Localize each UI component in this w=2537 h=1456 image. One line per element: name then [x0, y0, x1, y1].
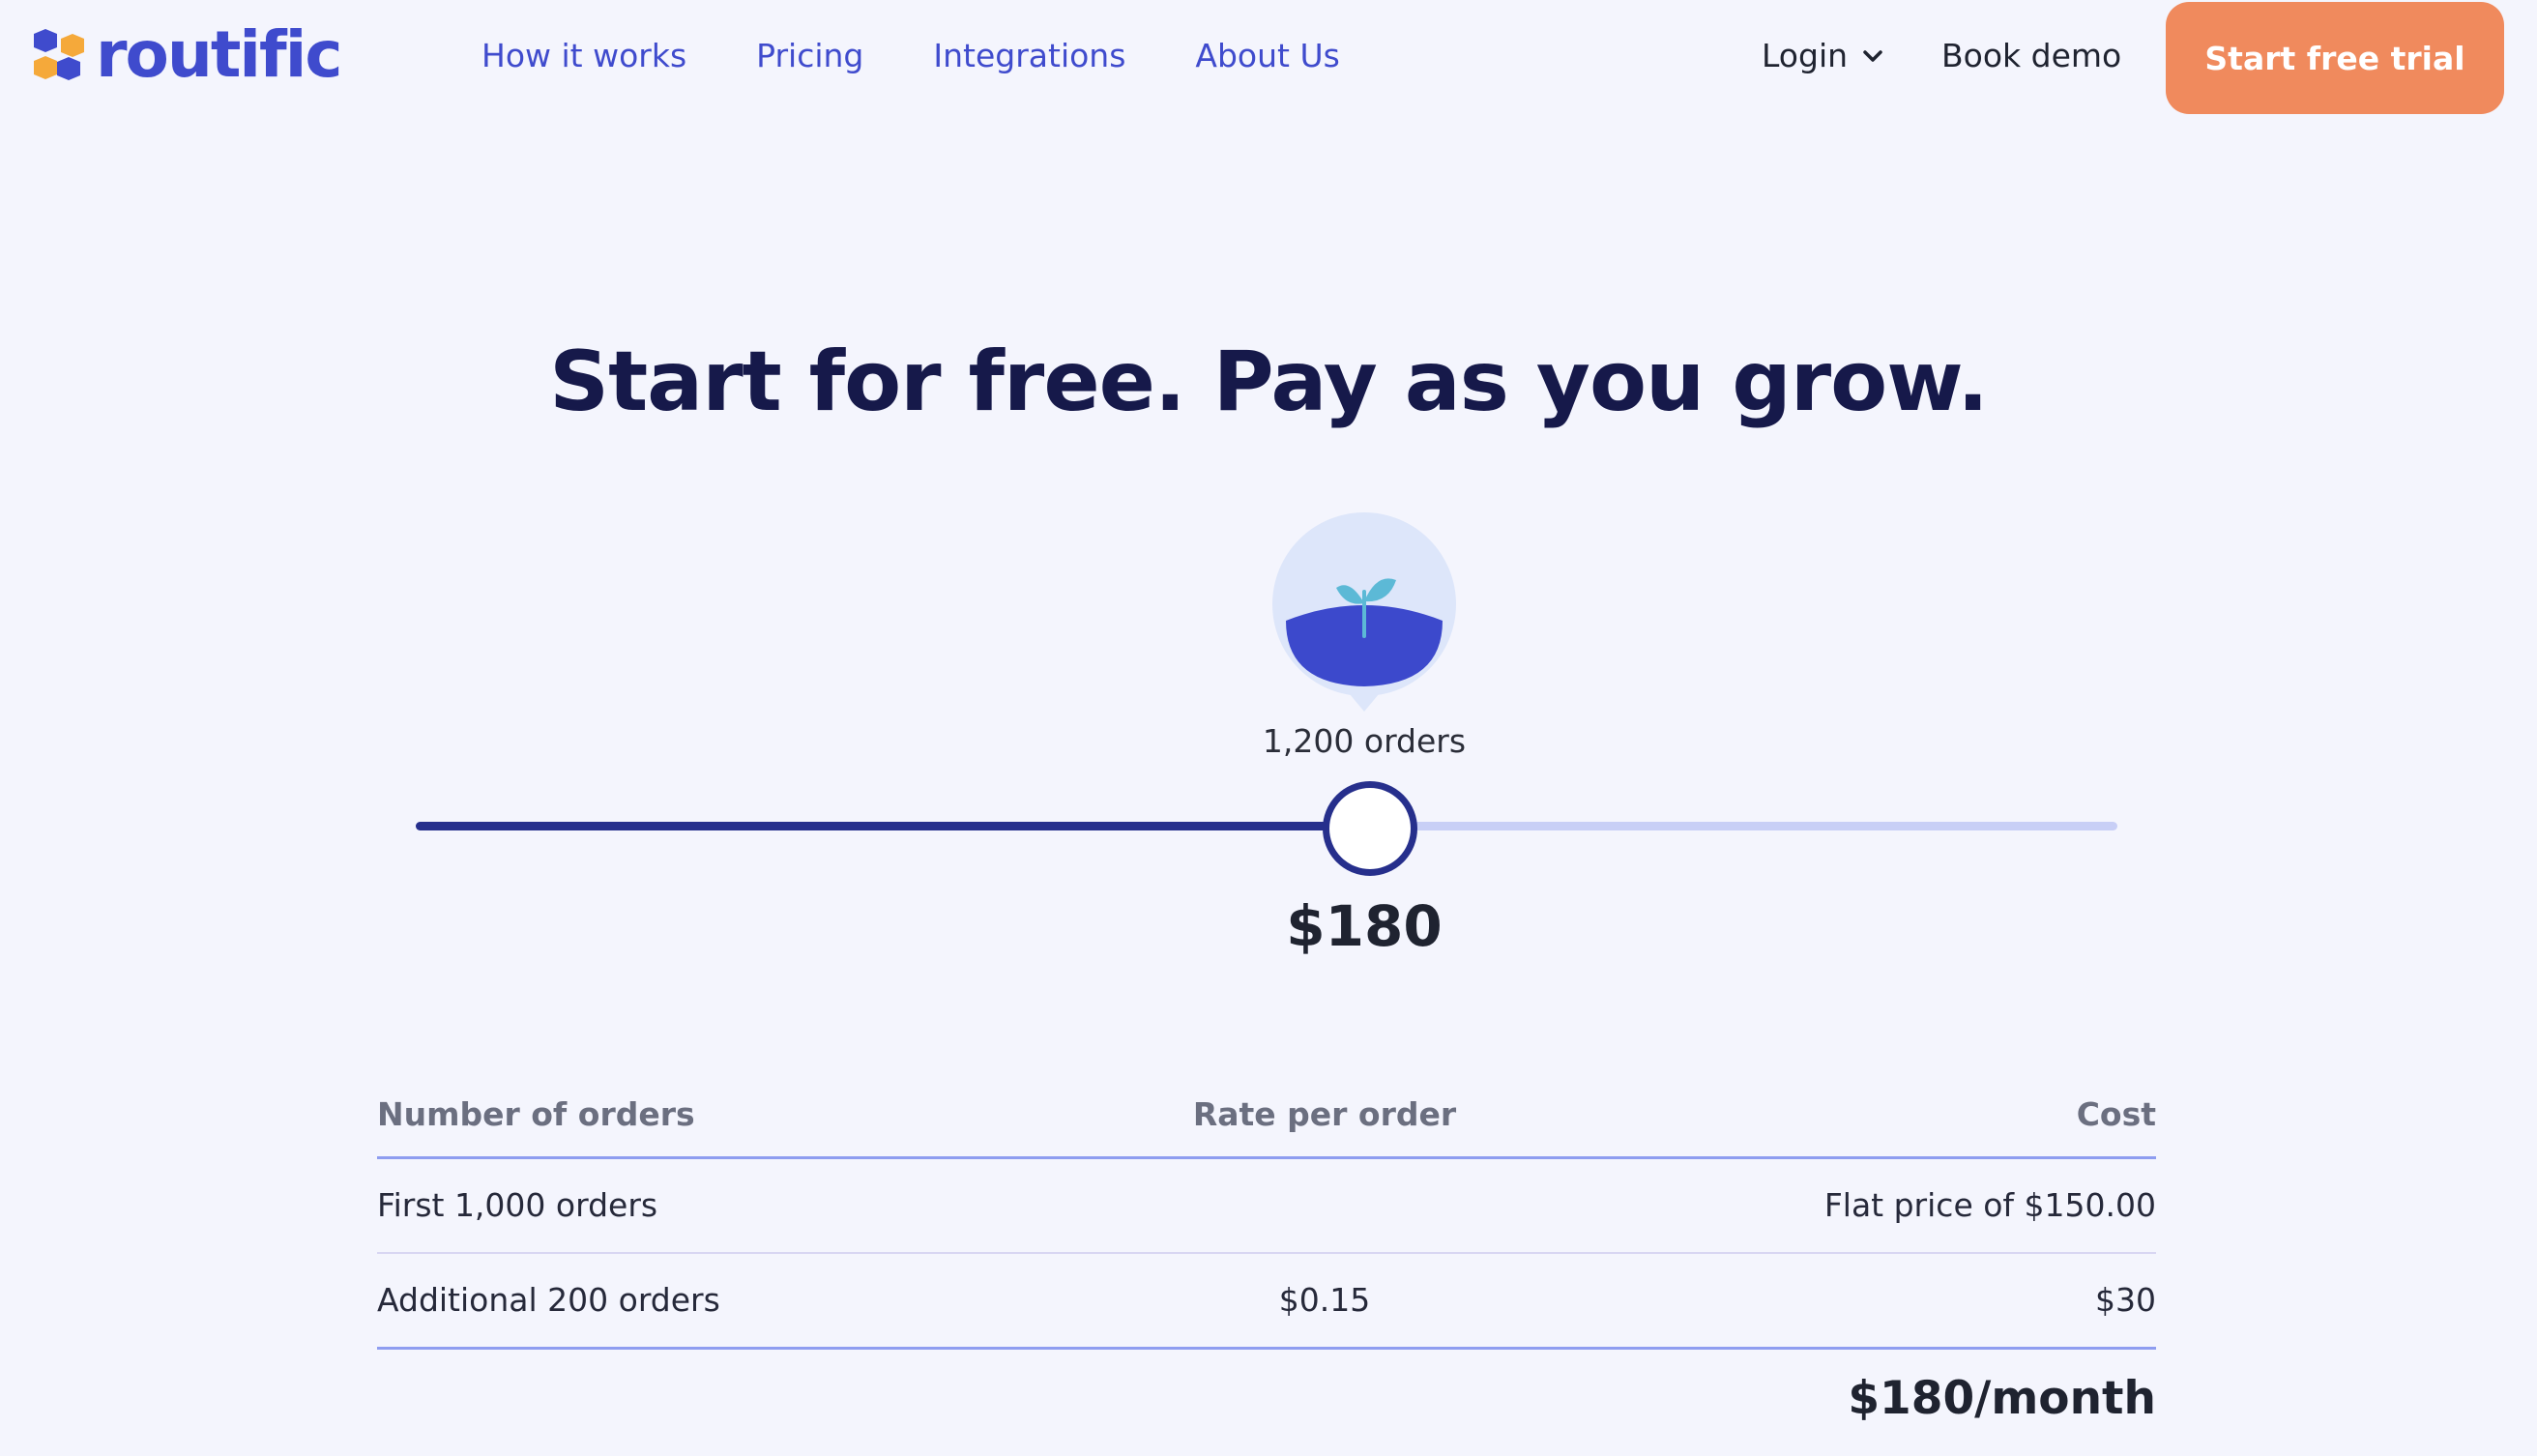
- table-cell: Flat price of $150.00: [1823, 1186, 2156, 1224]
- table-row: First 1,000 orders Flat price of $150.00: [377, 1159, 2156, 1254]
- table-row: Additional 200 orders $0.15 $30: [377, 1254, 2156, 1350]
- slider-fill: [416, 822, 1369, 830]
- column-header: Number of orders: [377, 1095, 695, 1133]
- slider-thumb[interactable]: [1323, 781, 1417, 876]
- table-cell: First 1,000 orders: [377, 1186, 658, 1224]
- table-cell: Additional 200 orders: [377, 1281, 720, 1319]
- routific-logo-icon: [34, 29, 84, 80]
- nav-link-about-us[interactable]: About Us: [1195, 35, 1339, 77]
- site-header: routific How it works Pricing Integratio…: [0, 0, 2537, 116]
- monthly-total: $180/month: [1848, 1372, 2156, 1425]
- book-demo-link[interactable]: Book demo: [1941, 35, 2121, 77]
- logo-wordmark: routific: [96, 17, 343, 92]
- main-nav: How it works Pricing Integrations About …: [481, 35, 1340, 77]
- page-headline: Start for free. Pay as you grow.: [549, 334, 1989, 430]
- table-header-row: Number of orders Rate per order Cost: [377, 1073, 2156, 1159]
- login-dropdown[interactable]: Login: [1762, 35, 1884, 77]
- orders-count-label: 1,200 orders: [1262, 722, 1467, 760]
- nav-link-how-it-works[interactable]: How it works: [481, 35, 686, 77]
- column-header: Cost: [2076, 1095, 2156, 1133]
- nav-link-integrations[interactable]: Integrations: [933, 35, 1125, 77]
- orders-slider[interactable]: [416, 778, 2117, 876]
- monthly-price: $180: [1286, 893, 1443, 959]
- login-label: Login: [1762, 37, 1849, 74]
- seedling-icon: [1272, 512, 1456, 712]
- routific-logo[interactable]: routific: [32, 17, 343, 92]
- nav-link-pricing[interactable]: Pricing: [756, 35, 863, 77]
- table-cell: $0.15: [1278, 1281, 1371, 1319]
- column-header: Rate per order: [1192, 1095, 1457, 1133]
- pricing-breakdown-table: Number of orders Rate per order Cost Fir…: [377, 1073, 2156, 1350]
- start-free-trial-button[interactable]: Start free trial: [2166, 2, 2504, 114]
- table-cell: $30: [2095, 1281, 2156, 1319]
- chevron-down-icon: [1863, 50, 1882, 62]
